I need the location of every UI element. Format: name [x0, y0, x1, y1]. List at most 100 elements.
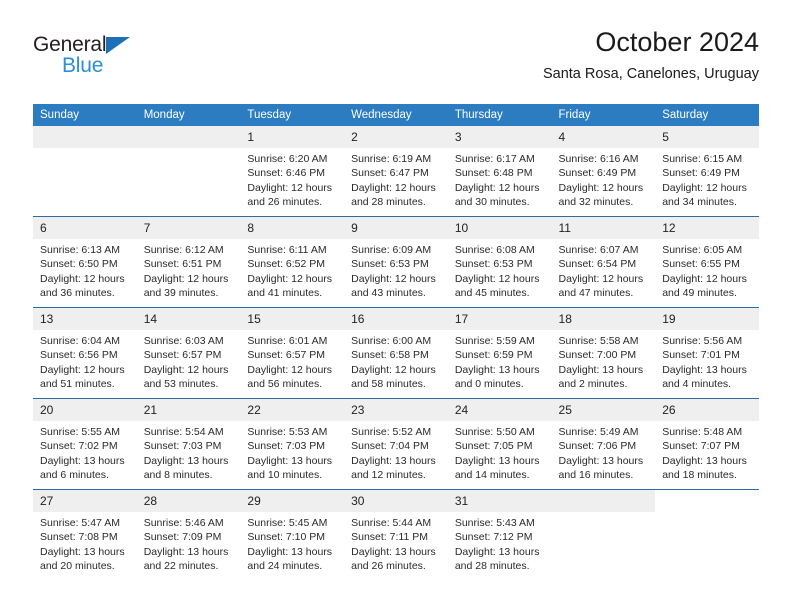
sunset-text: Sunset: 7:12 PM: [454, 531, 533, 544]
day-details: Sunrise: 6:16 AM Sunset: 6:49 PM Daylight:…: [552, 148, 656, 210]
calendar-day-cell[interactable]: 25 Sunrise: 5:49 AM Sunset: 7:06 PM Dayligh…: [551, 398, 656, 490]
calendar-day-cell[interactable]: 18 Sunrise: 5:58 AM Sunset: 7:00 PM Dayligh…: [551, 307, 656, 399]
day-details: Sunrise: 5:45 AM Sunset: 7:10 PM Daylight:…: [240, 512, 344, 574]
day-number: 1: [240, 126, 345, 148]
sunset-text: Sunset: 6:53 PM: [454, 258, 533, 271]
calendar-empty-cell: [136, 126, 241, 217]
sunset-text: Sunset: 6:53 PM: [351, 258, 429, 271]
calendar-table: Sunday Monday Tuesday Wednesday Thursday Frid…: [33, 104, 759, 580]
day-details: Sunrise: 5:52 AM Sunset: 7:04 PM Daylight:…: [344, 421, 448, 483]
day-number: 15: [240, 308, 345, 330]
daylight-text: Daylight: 12 hours and 34 minutes.: [662, 181, 747, 209]
calendar-day-cell[interactable]: 7 Sunrise: 6:12 AM Sunset: 6:51 PM Daylight…: [136, 216, 241, 308]
calendar-day-cell[interactable]: 14 Sunrise: 6:03 AM Sunset: 6:57 PM Dayligh…: [136, 307, 241, 399]
day-number: 7: [136, 217, 241, 239]
day-details: Sunrise: 6:15 AM Sunset: 6:49 PM Daylight:…: [655, 148, 759, 210]
daylight-text: Daylight: 13 hours and 16 minutes.: [558, 454, 644, 482]
daylight-text: Daylight: 12 hours and 49 minutes.: [662, 272, 747, 300]
daylight-text: Daylight: 13 hours and 12 minutes.: [351, 454, 436, 482]
calendar-day-cell[interactable]: 3 Sunrise: 6:17 AM Sunset: 6:48 PM Daylight…: [447, 126, 552, 217]
calendar-day-cell[interactable]: 22 Sunrise: 5:53 AM Sunset: 7:03 PM Dayligh…: [240, 398, 345, 490]
day-number: 20: [33, 399, 137, 421]
calendar-day-cell[interactable]: 11 Sunrise: 6:07 AM Sunset: 6:54 PM Dayligh…: [551, 216, 656, 308]
daylight-text: Daylight: 12 hours and 51 minutes.: [40, 363, 125, 391]
general-blue-logo[interactable]: General Blue: [33, 34, 163, 84]
daylight-text: Daylight: 12 hours and 53 minutes.: [143, 363, 229, 391]
calendar-week-row: 27 Sunrise: 5:47 AM Sunset: 7:08 PM Dayligh…: [33, 489, 759, 580]
calendar-week-row: 1 Sunrise: 6:20 AM Sunset: 6:46 PM Daylight…: [33, 126, 759, 217]
calendar-day-cell[interactable]: 2 Sunrise: 6:19 AM Sunset: 6:47 PM Daylight…: [344, 126, 448, 217]
weekday-header-monday: Monday: [136, 104, 241, 126]
calendar-day-cell[interactable]: 28 Sunrise: 5:46 AM Sunset: 7:09 PM Dayligh…: [136, 489, 241, 580]
calendar-day-cell[interactable]: 12 Sunrise: 6:05 AM Sunset: 6:55 PM Dayligh…: [655, 216, 759, 308]
sunset-text: Sunset: 6:56 PM: [40, 349, 118, 362]
day-details: Sunrise: 6:04 AM Sunset: 6:56 PM Daylight:…: [33, 330, 137, 392]
day-details: Sunrise: 6:13 AM Sunset: 6:50 PM Daylight:…: [33, 239, 137, 301]
day-number: 9: [344, 217, 448, 239]
sunset-text: Sunset: 6:47 PM: [351, 167, 429, 180]
sunset-text: Sunset: 6:58 PM: [351, 349, 429, 362]
sunrise-text: Sunrise: 6:05 AM: [662, 244, 743, 256]
calendar-day-cell[interactable]: 23 Sunrise: 5:52 AM Sunset: 7:04 PM Dayligh…: [344, 398, 448, 490]
day-details: Sunrise: 6:12 AM Sunset: 6:51 PM Daylight:…: [137, 239, 241, 301]
calendar-day-cell[interactable]: 31 Sunrise: 5:43 AM Sunset: 7:12 PM Dayligh…: [447, 489, 552, 580]
day-details: Sunrise: 6:01 AM Sunset: 6:57 PM Daylight:…: [240, 330, 344, 392]
calendar-day-cell[interactable]: 17 Sunrise: 5:59 AM Sunset: 6:59 PM Dayligh…: [447, 307, 552, 399]
sunrise-text: Sunrise: 6:08 AM: [454, 244, 535, 256]
day-details: Sunrise: 5:54 AM Sunset: 7:03 PM Daylight:…: [137, 421, 241, 483]
calendar-day-cell[interactable]: 29 Sunrise: 5:45 AM Sunset: 7:10 PM Dayligh…: [240, 489, 345, 580]
calendar-day-cell[interactable]: 26 Sunrise: 5:48 AM Sunset: 7:07 PM Dayligh…: [655, 398, 759, 490]
day-details: Sunrise: 6:20 AM Sunset: 6:46 PM Daylight:…: [240, 148, 344, 210]
day-details: Sunrise: 6:00 AM Sunset: 6:58 PM Daylight:…: [344, 330, 448, 392]
calendar-day-cell[interactable]: 8 Sunrise: 6:11 AM Sunset: 6:52 PM Daylight…: [240, 216, 345, 308]
day-number: 29: [240, 490, 345, 512]
daylight-text: Daylight: 12 hours and 58 minutes.: [351, 363, 436, 391]
sunrise-text: Sunrise: 5:53 AM: [247, 426, 328, 438]
day-number: 17: [447, 308, 552, 330]
sunset-text: Sunset: 7:07 PM: [662, 440, 740, 453]
sunrise-text: Sunrise: 5:47 AM: [40, 517, 120, 529]
daylight-text: Daylight: 13 hours and 20 minutes.: [40, 545, 125, 573]
day-number: 12: [655, 217, 759, 239]
calendar-day-cell[interactable]: 19 Sunrise: 5:56 AM Sunset: 7:01 PM Dayligh…: [655, 307, 759, 399]
sunset-text: Sunset: 6:48 PM: [454, 167, 533, 180]
title-block: October 2024 Santa Rosa, Canelones, Urug…: [543, 26, 759, 84]
calendar-week-row: 6 Sunrise: 6:13 AM Sunset: 6:50 PM Daylight…: [33, 216, 759, 308]
weekday-header-friday: Friday: [551, 104, 656, 126]
calendar-day-cell[interactable]: 13 Sunrise: 6:04 AM Sunset: 6:56 PM Dayligh…: [33, 307, 137, 399]
sunset-text: Sunset: 7:10 PM: [247, 531, 326, 544]
sunset-text: Sunset: 6:59 PM: [454, 349, 533, 362]
calendar-day-cell[interactable]: 15 Sunrise: 6:01 AM Sunset: 6:57 PM Dayligh…: [240, 307, 345, 399]
calendar-day-cell[interactable]: 21 Sunrise: 5:54 AM Sunset: 7:03 PM Dayligh…: [136, 398, 241, 490]
calendar-day-cell[interactable]: 27 Sunrise: 5:47 AM Sunset: 7:08 PM Dayligh…: [33, 489, 137, 580]
calendar-day-cell[interactable]: 16 Sunrise: 6:00 AM Sunset: 6:58 PM Dayligh…: [344, 307, 448, 399]
calendar-day-cell[interactable]: 9 Sunrise: 6:09 AM Sunset: 6:53 PM Daylight…: [344, 216, 448, 308]
calendar-day-cell[interactable]: 30 Sunrise: 5:44 AM Sunset: 7:11 PM Dayligh…: [344, 489, 448, 580]
calendar-day-cell[interactable]: 20 Sunrise: 5:55 AM Sunset: 7:02 PM Dayligh…: [33, 398, 137, 490]
sunset-text: Sunset: 7:01 PM: [662, 349, 740, 362]
calendar-day-cell[interactable]: 24 Sunrise: 5:50 AM Sunset: 7:05 PM Dayligh…: [447, 398, 552, 490]
calendar-day-cell[interactable]: 1 Sunrise: 6:20 AM Sunset: 6:46 PM Daylight…: [240, 126, 345, 217]
daylight-text: Daylight: 13 hours and 8 minutes.: [143, 454, 229, 482]
daylight-text: Daylight: 12 hours and 45 minutes.: [454, 272, 540, 300]
day-number: 19: [655, 308, 759, 330]
sunset-text: Sunset: 6:50 PM: [40, 258, 118, 271]
day-number: 4: [551, 126, 656, 148]
calendar-header-row: Sunday Monday Tuesday Wednesday Thursday Frid…: [33, 104, 759, 126]
day-details: Sunrise: 5:44 AM Sunset: 7:11 PM Daylight:…: [344, 512, 448, 574]
calendar-day-cell[interactable]: 6 Sunrise: 6:13 AM Sunset: 6:50 PM Daylight…: [33, 216, 137, 308]
calendar-day-cell[interactable]: 5 Sunrise: 6:15 AM Sunset: 6:49 PM Daylight…: [655, 126, 759, 217]
sunrise-text: Sunrise: 6:04 AM: [40, 335, 120, 347]
calendar-day-cell[interactable]: 4 Sunrise: 6:16 AM Sunset: 6:49 PM Daylight…: [551, 126, 656, 217]
day-details: Sunrise: 6:17 AM Sunset: 6:48 PM Daylight:…: [448, 148, 552, 210]
sunset-text: Sunset: 7:05 PM: [454, 440, 533, 453]
day-details: Sunrise: 6:19 AM Sunset: 6:47 PM Daylight:…: [344, 148, 448, 210]
day-number: 28: [136, 490, 241, 512]
day-number-placeholder: [136, 126, 241, 148]
calendar-day-cell[interactable]: 10 Sunrise: 6:08 AM Sunset: 6:53 PM Dayligh…: [447, 216, 552, 308]
day-number: 16: [344, 308, 448, 330]
sunrise-text: Sunrise: 5:44 AM: [351, 517, 432, 529]
daylight-text: Daylight: 12 hours and 28 minutes.: [351, 181, 436, 209]
day-details: Sunrise: 5:58 AM Sunset: 7:00 PM Daylight:…: [552, 330, 656, 392]
sunset-text: Sunset: 7:08 PM: [40, 531, 118, 544]
